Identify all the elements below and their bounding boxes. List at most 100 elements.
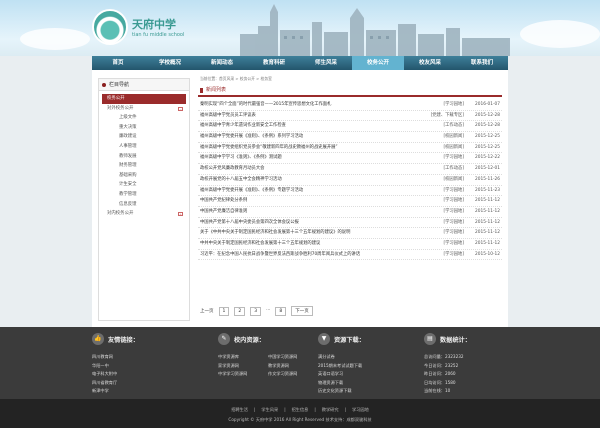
footer-download-item[interactable]: 历史文化资源下载	[318, 387, 418, 396]
item-category[interactable]: [校园新闻]	[414, 175, 464, 186]
nav-item[interactable]: 联系我们	[456, 56, 508, 70]
page-number-button[interactable]: 3	[250, 306, 262, 316]
list-item[interactable]: 福州高级中学党委开展《准则》、《条例》专题学习活动 [学习园地] 2015-11-2…	[198, 186, 502, 197]
sidebar-item[interactable]: 廉政建设	[99, 132, 189, 142]
page-number-button[interactable]: 2	[234, 306, 246, 316]
expand-toggle-icon[interactable]: +	[178, 212, 183, 217]
item-title-link[interactable]: 关于《中共中央关于制定国民经济和社会发展第十三个五年规划的建议》的说明	[200, 228, 410, 239]
item-title-link[interactable]: 秦明实现“四个全面”的时代最强音——2015年宣传思想文化工作面札	[200, 100, 410, 111]
list-item[interactable]: 政校开展党的十八届五中全会精神学习活动 [校园新闻] 2015-11-26	[198, 175, 502, 186]
footer-links-item[interactable]: 华阳一中	[92, 362, 192, 371]
item-title-link[interactable]: 中国共产党第十八届中央委员会第四次全体会议公报	[200, 218, 410, 229]
item-category[interactable]: [学习园地]	[414, 250, 464, 261]
footer-school-item[interactable]: 中学资源库	[218, 353, 268, 362]
item-title-link[interactable]: 政校公开党风廉政教育月动员大会	[200, 164, 410, 175]
item-category[interactable]: [工作动态]	[414, 164, 464, 175]
item-category[interactable]: [学习园地]	[414, 100, 464, 111]
footer-download-item[interactable]: 物理资源下载	[318, 379, 418, 388]
item-title-link[interactable]: 政校开展党的十八届五中全会精神学习活动	[200, 175, 410, 186]
item-category[interactable]: [学习园地]	[414, 228, 464, 239]
item-category[interactable]: [学习园地]	[414, 186, 464, 197]
list-item[interactable]: 中共中央关于制定国民经济和社会发展第十三个五年规划的建议 [学习园地] 2015-1…	[198, 239, 502, 250]
sidebar-item[interactable]: 校务公开	[102, 94, 186, 104]
sidebar-item[interactable]: 对内校务公开 +	[99, 209, 189, 219]
item-title-link[interactable]: 福州高级中学青少年遗词作业新安全工作检查	[200, 121, 410, 132]
item-category[interactable]: [工作动态]	[414, 121, 464, 132]
list-item[interactable]: 关于《中共中央关于制定国民经济和社会发展第十三个五年规划的建议》的说明 [学习园地…	[198, 228, 502, 239]
item-title-link[interactable]: 福州高级中学学习《准则》、《条例》测试题	[200, 153, 410, 164]
sidebar-item[interactable]: 财务管理	[99, 161, 189, 171]
sidebar-item[interactable]: 信息反馈	[99, 200, 189, 210]
item-title-link[interactable]: 福州高级中学党委组织党员参会“敬建新四年的战史教福州的战史展开展”	[200, 143, 410, 154]
item-category[interactable]: [学习园地]	[414, 218, 464, 229]
list-item[interactable]: 福州高级中学党委开展《准则》、《条例》系列学习活动 [校园新闻] 2015-12-2…	[198, 132, 502, 143]
nav-item[interactable]: 教育科研	[248, 56, 300, 70]
footer-links-item[interactable]: 四川教育网	[92, 353, 192, 362]
item-category[interactable]: [校园新闻]	[414, 132, 464, 143]
item-title-link[interactable]: 福州高级中学党员员工评议表	[200, 111, 410, 122]
nav-item[interactable]: 校务公开	[352, 56, 404, 70]
list-item[interactable]: 中国共产党第十八届中央委员会第四次全体会议公报 [学习园地] 2015-11-12	[198, 218, 502, 229]
sidebar-item[interactable]: 重大决策	[99, 123, 189, 133]
site-logo[interactable]: 天府中学 tian fu middle school	[92, 9, 184, 45]
sidebar-item[interactable]: 基础采购	[99, 171, 189, 181]
bottom-link[interactable]: 教学研究	[322, 407, 339, 412]
footer-school-item[interactable]: 作文学习资源网	[268, 370, 318, 379]
pagination-ellipsis: ...	[266, 306, 271, 312]
bottom-bar: 招聘生活 | 学生风采 | 招生信息 | 教学研究 | 学习园地 Copyright © 天府中…	[0, 399, 600, 428]
footer-school-item[interactable]: 中国学习资源网	[268, 353, 318, 362]
item-category[interactable]: [校园新闻]	[414, 143, 464, 154]
footer-school-item[interactable]: 家学资源网	[218, 362, 268, 371]
item-title-link[interactable]: 中共中央关于制定国民经济和社会发展第十三个五年规划的建议	[200, 239, 410, 250]
bottom-link[interactable]: 学生风采	[261, 407, 278, 412]
footer-download-item[interactable]: 2015期末考试试题下载	[318, 362, 418, 371]
sidebar-item[interactable]: 教学管理	[99, 190, 189, 200]
item-category[interactable]: [学习园地]	[414, 196, 464, 207]
page-number-button[interactable]: 1	[218, 306, 230, 316]
footer-download-item[interactable]: 英语口语学习	[318, 370, 418, 379]
item-date: 2015-10-12	[475, 251, 500, 257]
list-item[interactable]: 福州高级中学党员员工评议表 [党建、下载专区] 2015-12-28	[198, 111, 502, 122]
footer-links-item[interactable]: 电子科大附中	[92, 370, 192, 379]
list-item[interactable]: 习近平：在纪念中国人民抗日战争暨世界反法西斯战争胜利70周年阅兵仪式上的讲话 [学…	[198, 250, 502, 261]
list-item[interactable]: 福州高级中学学习《准则》、《条例》测试题 [学习园地] 2015-12-22	[198, 153, 502, 165]
bottom-link[interactable]: 学习园地	[352, 407, 369, 412]
item-category[interactable]: [学习园地]	[414, 153, 464, 164]
item-category[interactable]: [学习园地]	[414, 239, 464, 250]
footer-links-item[interactable]: 新津中学	[92, 387, 192, 396]
item-title-link[interactable]: 福州高级中学党委开展《准则》、《条例》系列学习活动	[200, 132, 410, 143]
item-title-link[interactable]: 习近平：在纪念中国人民抗日战争暨世界反法西斯战争胜利70周年阅兵仪式上的讲话	[200, 250, 410, 261]
item-title-link[interactable]: 中国共产党廉洁自律准则	[200, 207, 410, 218]
nav-item[interactable]: 首页	[92, 56, 144, 70]
item-title-link[interactable]: 福州高级中学党委开展《准则》、《条例》专题学习活动	[200, 186, 410, 197]
list-item[interactable]: 中国共产党廉洁自律准则 [学习园地] 2015-11-12	[198, 207, 502, 218]
nav-item[interactable]: 学校概况	[144, 56, 196, 70]
list-item[interactable]: 福州高级中学党委组织党员参会“敬建新四年的战史教福州的战史展开展” [校园新闻] 2…	[198, 143, 502, 154]
content-area: 当前位置：首页风采 > 校务公开 > 校务室 新闻列表 秦明实现“四个全面”的时…	[198, 74, 502, 324]
prev-page-button[interactable]: 上一页	[200, 308, 214, 314]
nav-item[interactable]: 师生风采	[300, 56, 352, 70]
expand-toggle-icon[interactable]: −	[178, 106, 183, 111]
bottom-link[interactable]: 招聘生活	[231, 407, 248, 412]
nav-item[interactable]: 新闻动态	[196, 56, 248, 70]
item-category[interactable]: [党建、下载专区]	[414, 111, 464, 122]
footer-school-item[interactable]: 教学资源网	[268, 362, 318, 371]
list-item[interactable]: 秦明实现“四个全面”的时代最强音——2015年宣传思想文化工作面札 [学习园地] 2…	[198, 100, 502, 111]
sidebar-item[interactable]: 上级文件	[99, 113, 189, 123]
sidebar-item[interactable]: 计生安全	[99, 180, 189, 190]
list-item[interactable]: 政校公开党风廉政教育月动员大会 [工作动态] 2015-12-01	[198, 164, 502, 175]
page-number-button[interactable]: 8	[275, 306, 287, 316]
item-category[interactable]: [学习园地]	[414, 207, 464, 218]
bottom-link[interactable]: 招生信息	[292, 407, 309, 412]
sidebar-item[interactable]: 人事管理	[99, 142, 189, 152]
footer-links-item[interactable]: 四川省教育厅	[92, 379, 192, 388]
sidebar-item[interactable]: 教师发展	[99, 152, 189, 162]
sidebar-item[interactable]: 对外校务公开 −	[99, 104, 189, 114]
footer-download-item[interactable]: 满分试卷	[318, 353, 418, 362]
next-page-button[interactable]: 下一页	[291, 306, 313, 316]
list-item[interactable]: 福州高级中学青少年遗词作业新安全工作检查 [工作动态] 2015-12-28	[198, 121, 502, 133]
list-item[interactable]: 中国共产党纪律处分条例 [学习园地] 2015-11-12	[198, 196, 502, 207]
item-title-link[interactable]: 中国共产党纪律处分条例	[200, 196, 410, 207]
nav-item[interactable]: 校友风采	[404, 56, 456, 70]
footer-school-item[interactable]: 中学学习资源网	[218, 370, 268, 379]
